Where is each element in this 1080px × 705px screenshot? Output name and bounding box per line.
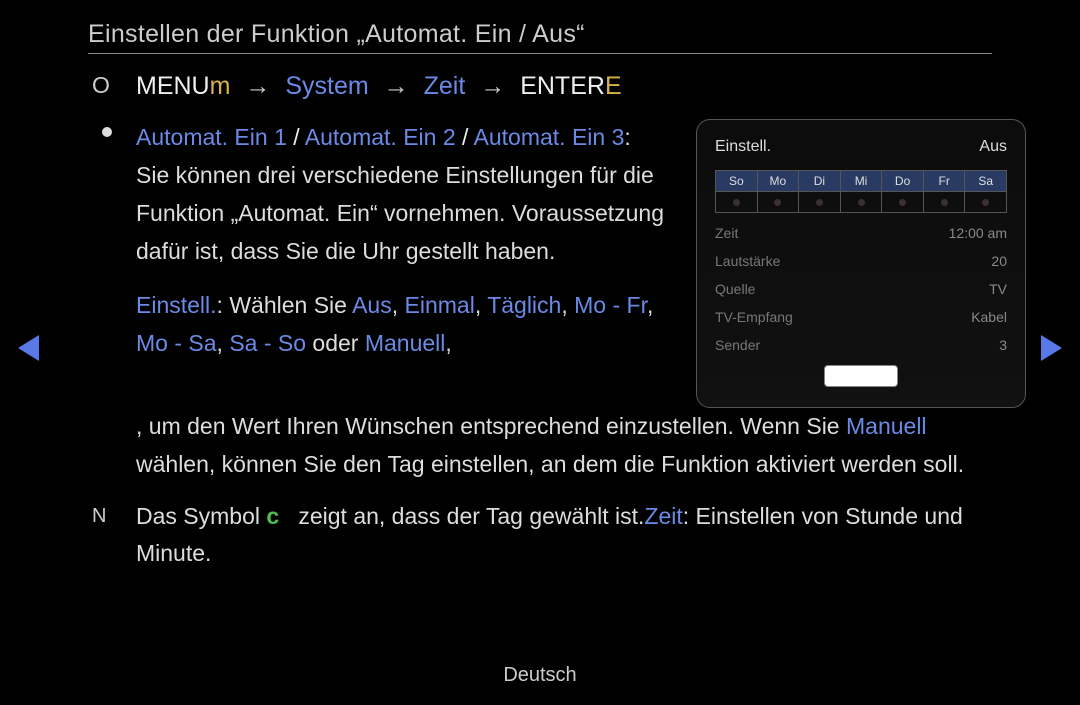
einstell-label: Einstell. [136, 292, 217, 318]
day-dot-icon [899, 199, 906, 206]
kv-row: Zeit12:00 am [715, 225, 1007, 241]
footer-language: Deutsch [0, 664, 1080, 687]
opt-saso: Sa - So [229, 330, 306, 356]
auto-ein-2: Automat. Ein 2 [305, 124, 456, 150]
breadcrumb-system: System [285, 72, 368, 100]
o-marker: O [92, 72, 110, 99]
zeit-label: Zeit [644, 503, 682, 529]
settings-panel: Einstell. Aus So Mo Di Mi Do Fr Sa Zeit1… [696, 119, 1026, 408]
day-dot-icon [774, 199, 781, 206]
opt-manuell: Manuell [365, 330, 446, 356]
kv-row: Sender3 [715, 337, 1007, 353]
panel-header-right: Aus [979, 138, 1007, 156]
bullet-icon [102, 127, 112, 137]
kv-row: QuelleTV [715, 281, 1007, 297]
breadcrumb: MENUm → System → Zeit → ENTERE [94, 72, 992, 101]
kv-row: Lautstärke20 [715, 253, 1007, 269]
manual-page: Einstellen der Funktion „Automat. Ein / … [0, 0, 1080, 705]
day-dot-icon [858, 199, 865, 206]
opt-manuell-2: Manuell [846, 413, 927, 439]
day-dot-icon [941, 199, 948, 206]
panel-header-left: Einstell. [715, 138, 771, 156]
body-text-wide: , um den Wert Ihren Wünschen entsprechen… [88, 408, 992, 484]
c-symbol: c [266, 503, 279, 529]
opt-einmal: Einmal [405, 292, 475, 318]
breadcrumb-menu: MENU [136, 72, 210, 100]
day-dot-icon [733, 199, 740, 206]
day-head: Sa [965, 171, 1006, 192]
arrow-icon: → [384, 72, 409, 100]
auto-ein-1: Automat. Ein 1 [136, 124, 287, 150]
nav-next-icon[interactable] [1041, 335, 1062, 361]
opt-aus: Aus [352, 292, 392, 318]
auto-ein-3: Automat. Ein 3 [474, 124, 625, 150]
opt-mosa: Mo - Sa [136, 330, 217, 356]
breadcrumb-e-trail: E [605, 72, 622, 100]
days-grid: So Mo Di Mi Do Fr Sa [715, 170, 1007, 213]
n-marker: N [92, 500, 106, 532]
page-title: Einstellen der Funktion „Automat. Ein / … [88, 20, 992, 54]
nav-prev-icon[interactable] [18, 335, 39, 361]
panel-button[interactable] [824, 365, 898, 387]
opt-mofr: Mo - Fr [574, 292, 647, 318]
day-head: Di [799, 171, 840, 192]
breadcrumb-enter: ENTER [520, 72, 605, 100]
day-dot-icon [816, 199, 823, 206]
breadcrumb-zeit: Zeit [424, 72, 466, 100]
body-text: Automat. Ein 1 / Automat. Ein 2 / Automa… [88, 119, 666, 363]
kv-row: TV-EmpfangKabel [715, 309, 1007, 325]
day-head: Mi [841, 171, 882, 192]
day-dot-icon [982, 199, 989, 206]
arrow-icon: → [480, 72, 505, 100]
arrow-icon: → [245, 72, 270, 100]
day-head: Do [882, 171, 923, 192]
opt-taeglich: Täglich [487, 292, 561, 318]
note-row: N Das Symbol c zeigt an, dass der Tag ge… [88, 498, 992, 572]
breadcrumb-m-lower: m [210, 72, 231, 100]
day-head: Mo [758, 171, 799, 192]
day-head: Fr [924, 171, 965, 192]
day-head: So [716, 171, 757, 192]
